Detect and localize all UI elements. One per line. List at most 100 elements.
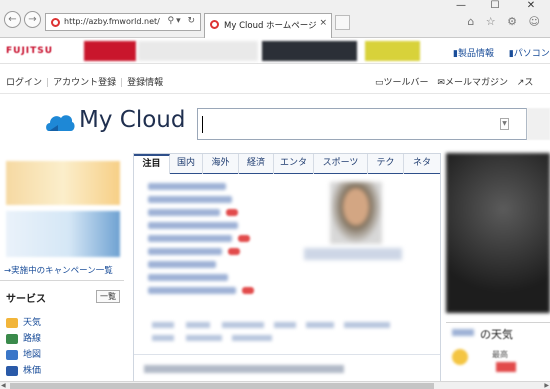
mail-magazine-link[interactable]: ✉メールマガジン <box>437 78 508 88</box>
tab-entertainment[interactable]: エンタ <box>274 154 314 174</box>
more-link[interactable]: ↗ス <box>517 78 534 88</box>
search-dropdown-icon[interactable]: ▼ <box>500 118 509 130</box>
tab-title: My Cloud ホームページ <box>224 21 317 31</box>
ad-block[interactable] <box>138 41 258 61</box>
train-icon <box>6 333 18 344</box>
divider: | <box>46 78 50 88</box>
pickup-headline[interactable] <box>144 365 344 373</box>
login-link[interactable]: ログイン <box>6 78 42 88</box>
product-info-link[interactable]: ▮製品情報 <box>453 49 500 59</box>
max-temp-label: 最高 <box>492 350 508 359</box>
headline-link[interactable] <box>148 196 232 203</box>
address-url[interactable]: http://azby.fmworld.net/ <box>64 17 160 26</box>
service-map[interactable]: 地図 <box>6 347 41 360</box>
search-button[interactable] <box>527 108 550 140</box>
map-icon <box>6 349 18 360</box>
tab-my-cloud[interactable]: My Cloud ホームページ × <box>204 13 332 38</box>
headline-link[interactable] <box>148 222 238 229</box>
category-link[interactable] <box>222 322 264 328</box>
services-panel: サービス 一覧 天気 路線 地図 株価 <box>0 280 124 382</box>
headline-link[interactable] <box>148 287 236 294</box>
sun-icon <box>452 349 468 365</box>
horizontal-scrollbar[interactable]: ◀ ▶ <box>0 381 550 389</box>
ad-block[interactable] <box>365 41 420 61</box>
account-register-link[interactable]: アカウント登録 <box>53 78 116 88</box>
ad-block[interactable] <box>262 41 357 61</box>
weather-widget-header: の天気 <box>446 322 550 344</box>
new-tab-button[interactable] <box>335 15 350 30</box>
headline-link[interactable] <box>148 261 216 268</box>
search-refresh-icon[interactable]: ⚲▾ ↻ <box>167 16 197 26</box>
ad-banner: FUJITSU ▮製品情報 ▮パソコン <box>0 38 550 64</box>
category-link[interactable] <box>186 322 210 328</box>
campaign-list-link[interactable]: →実施中のキャンペーン一覧 <box>4 264 113 276</box>
scroll-thumb[interactable] <box>10 383 434 389</box>
top-links: ログイン | アカウント登録 | 登録情報 ▭ツールバー ✉メールマガジン ↗ス <box>0 64 550 94</box>
toolbar-link[interactable]: ▭ツールバー <box>375 78 429 88</box>
news-tabs: 注目 国内 海外 経済 エンタ スポーツ テク ネタ <box>134 154 440 174</box>
site-favicon-icon <box>51 18 60 27</box>
category-link[interactable] <box>344 322 390 328</box>
address-bar[interactable]: http://azby.fmworld.net/ ⚲▾ ↻ <box>45 13 201 31</box>
new-badge <box>228 248 240 255</box>
fujitsu-logo[interactable]: FUJITSU <box>6 46 53 56</box>
category-link[interactable] <box>306 322 334 328</box>
category-link[interactable] <box>186 335 222 341</box>
registration-info-link[interactable]: 登録情報 <box>127 78 163 88</box>
tab-overseas[interactable]: 海外 <box>203 154 239 174</box>
weather-location[interactable] <box>452 329 474 336</box>
tab-neta[interactable]: ネタ <box>404 154 440 174</box>
service-weather[interactable]: 天気 <box>6 315 41 328</box>
tab-economy[interactable]: 経済 <box>239 154 274 174</box>
headline-link[interactable] <box>148 235 232 242</box>
scroll-right-icon[interactable]: ▶ <box>544 382 549 389</box>
divider <box>134 354 440 355</box>
pc-link[interactable]: ▮パソコン <box>509 49 550 59</box>
scroll-left-icon[interactable]: ◀ <box>1 382 6 389</box>
max-temp-value <box>496 362 516 372</box>
service-route[interactable]: 路線 <box>6 331 41 344</box>
category-link[interactable] <box>274 322 296 328</box>
text-caret <box>202 116 203 133</box>
headline-link[interactable] <box>148 209 220 216</box>
ad-block[interactable] <box>84 41 136 61</box>
ad-links: ▮製品情報 ▮パソコン <box>453 46 550 59</box>
right-ad[interactable] <box>446 153 550 313</box>
maximize-button[interactable]: ☐ <box>482 0 508 14</box>
photo-caption[interactable] <box>304 248 402 260</box>
search-input[interactable]: ▼ <box>197 108 527 140</box>
close-window-button[interactable]: ✕ <box>518 0 544 14</box>
left-column: →実施中のキャンペーン一覧 サービス 一覧 天気 路線 地図 株価 <box>0 156 124 382</box>
cloud-icon <box>46 115 75 131</box>
category-link[interactable] <box>232 335 272 341</box>
right-column: の天気 最高 <box>446 153 550 382</box>
tab-sports[interactable]: スポーツ <box>314 154 368 174</box>
headline-link[interactable] <box>148 248 222 255</box>
news-photo[interactable] <box>330 182 382 244</box>
services-title: サービス <box>6 294 46 305</box>
news-panel: 注目 国内 海外 経済 エンタ スポーツ テク ネタ <box>133 153 441 382</box>
service-stock[interactable]: 株価 <box>6 363 41 376</box>
promo-banner[interactable] <box>6 211 120 257</box>
new-badge <box>242 287 254 294</box>
category-link[interactable] <box>152 322 174 328</box>
category-link[interactable] <box>152 335 174 341</box>
headline-link[interactable] <box>148 274 228 281</box>
minimize-button[interactable]: — <box>448 0 474 14</box>
services-list-button[interactable]: 一覧 <box>96 290 120 303</box>
new-badge <box>238 235 250 242</box>
stock-icon <box>6 365 18 376</box>
toolbar-icons[interactable]: ⌂ ☆ ⚙ ☺ <box>467 15 544 28</box>
back-button[interactable]: ← <box>4 11 21 28</box>
tab-favicon-icon <box>210 20 219 29</box>
tab-featured[interactable]: 注目 <box>134 154 170 174</box>
tab-domestic[interactable]: 国内 <box>170 154 203 174</box>
weather-icon <box>6 317 18 328</box>
browser-chrome: — ☐ ✕ ← → http://azby.fmworld.net/ ⚲▾ ↻ … <box>0 0 550 38</box>
tab-tech[interactable]: テク <box>368 154 404 174</box>
promo-banner[interactable] <box>6 161 120 205</box>
headline-link[interactable] <box>148 183 226 190</box>
forward-button[interactable]: → <box>24 11 41 28</box>
tab-close-icon[interactable]: × <box>319 18 327 28</box>
new-badge <box>226 209 238 216</box>
